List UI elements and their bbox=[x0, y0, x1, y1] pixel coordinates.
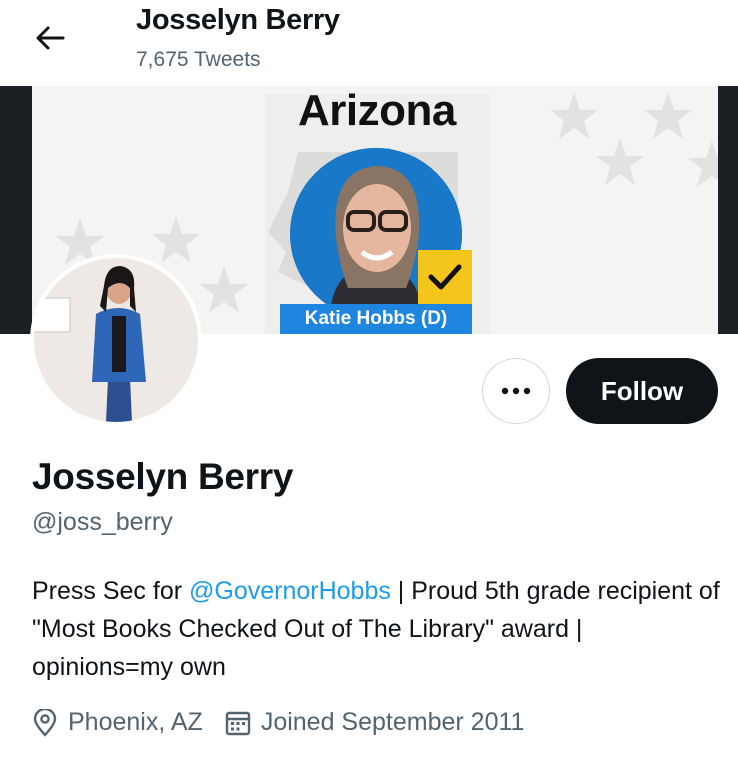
profile-bio: Press Sec for @GovernorHobbs | Proud 5th… bbox=[32, 572, 722, 686]
header-name: Josselyn Berry bbox=[136, 4, 340, 36]
calendar-icon bbox=[225, 711, 251, 735]
location-pin-icon bbox=[33, 708, 57, 737]
follow-button[interactable]: Follow bbox=[566, 358, 718, 424]
banner-edge-left bbox=[0, 86, 32, 334]
banner-edge-right bbox=[718, 86, 738, 334]
profile-avatar[interactable] bbox=[30, 254, 202, 426]
display-name: Josselyn Berry bbox=[32, 456, 294, 497]
bio-text: Press Sec for bbox=[32, 577, 189, 605]
check-icon bbox=[418, 250, 472, 304]
arrow-left-icon bbox=[36, 26, 65, 50]
more-horizontal-icon bbox=[501, 387, 531, 395]
back-button[interactable] bbox=[30, 20, 70, 56]
banner-title: Arizona bbox=[298, 86, 456, 135]
joined-item: Joined September 2011 bbox=[225, 708, 525, 737]
location-text: Phoenix, AZ bbox=[68, 708, 203, 736]
user-handle: @joss_berry bbox=[32, 508, 173, 536]
bio-mention-link[interactable]: @GovernorHobbs bbox=[189, 577, 391, 605]
tweet-count: 7,675 Tweets bbox=[136, 48, 261, 71]
top-bar: Josselyn Berry 7,675 Tweets bbox=[0, 0, 738, 84]
profile-meta: Phoenix, AZ Joined September 2011 bbox=[32, 708, 546, 737]
location-item: Phoenix, AZ bbox=[32, 708, 203, 737]
joined-text: Joined September 2011 bbox=[260, 708, 525, 736]
candidate-name-tag: Katie Hobbs (D) bbox=[280, 304, 472, 334]
avatar-photo bbox=[34, 258, 198, 422]
more-options-button[interactable] bbox=[482, 358, 550, 424]
